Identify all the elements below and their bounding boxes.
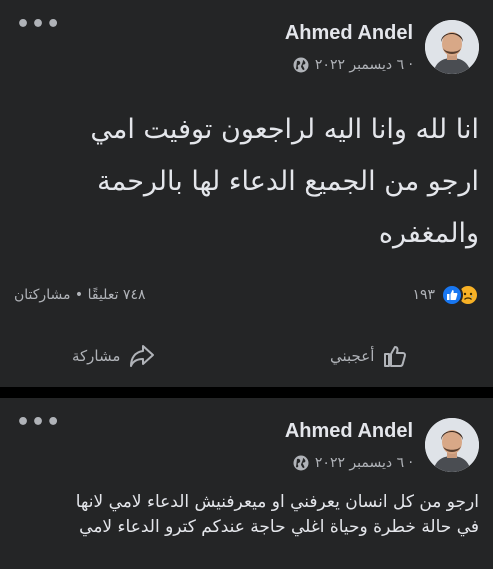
post-text-line: ارجو من الجميع الدعاء لها بالرحمة: [97, 166, 479, 197]
globe-icon: [293, 455, 309, 471]
author-name[interactable]: Ahmed Andel: [285, 420, 413, 443]
post-meta: ٦ ديسمبر ٢٠٢٢ ·: [293, 453, 413, 473]
reaction-count: ١٩٣: [412, 287, 435, 303]
share-button[interactable]: مشاركة: [72, 336, 156, 376]
post-stats: ٧٤٨ تعليقًا • مشاركتان ١٩٣: [14, 282, 479, 308]
like-button[interactable]: أعجبني: [330, 336, 408, 376]
post-text-line: انا لله وانا اليه لراجعون توفيت امي: [90, 114, 479, 145]
post-date[interactable]: ٦ ديسمبر ٢٠٢٢ ·: [315, 57, 413, 73]
thumbs-up-icon: [384, 346, 407, 367]
post-actions: مشاركة أعجبني: [0, 336, 493, 376]
share-label: مشاركة: [72, 347, 121, 365]
author-name[interactable]: Ahmed Andel: [285, 22, 413, 45]
globe-icon: [293, 57, 309, 73]
post-text-line: والمغفره: [378, 218, 479, 249]
avatar[interactable]: [425, 418, 479, 472]
reactions-summary[interactable]: ١٩٣: [412, 284, 479, 306]
post-date[interactable]: ٦ ديسمبر ٢٠٢٢ ·: [315, 455, 413, 471]
post-card: ••• Ahmed Andel ٦ ديسمبر ٢٠٢٢ · انا لله …: [0, 0, 493, 387]
post-text: انا لله وانا اليه لراجعون توفيت امي ارجو…: [9, 104, 479, 260]
share-arrow-icon: [130, 345, 155, 367]
post-text: ارجو من كل انسان يعرفني او ميعرفنيش الدع…: [4, 490, 479, 540]
post-meta: ٦ ديسمبر ٢٠٢٢ ·: [293, 55, 413, 75]
avatar[interactable]: [425, 20, 479, 74]
post-card: ••• Ahmed Andel ٦ ديسمبر ٢٠٢٢ · ارجو من …: [0, 398, 493, 569]
comments-shares-count[interactable]: ٧٤٨ تعليقًا • مشاركتان: [14, 287, 145, 303]
more-options-icon[interactable]: •••: [16, 412, 61, 434]
more-options-icon[interactable]: •••: [16, 14, 61, 36]
like-label: أعجبني: [330, 347, 375, 365]
post-text-line: ارجو من كل انسان يعرفني او ميعرفنيش الدع…: [75, 492, 479, 512]
post-text-line: في حالة خطرة وحياة اغلي حاجة عندكم كترو …: [79, 517, 479, 537]
like-reaction-icon: [441, 284, 463, 306]
